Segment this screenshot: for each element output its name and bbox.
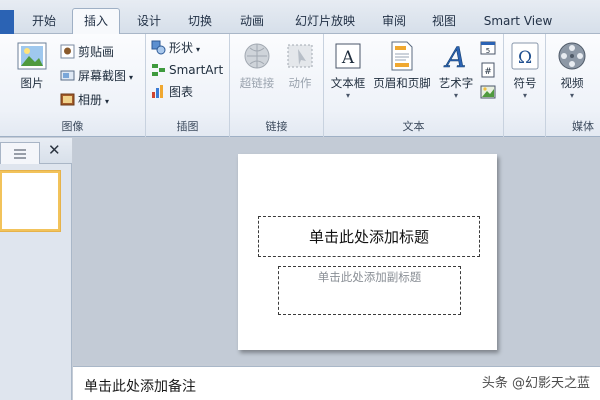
tab-view[interactable]: 视图 <box>422 10 466 34</box>
header-footer-label: 页眉和页脚 <box>373 76 431 90</box>
symbol-label: 符号 <box>513 76 537 90</box>
group-text: A 文本框 ▾ 页眉和页脚 A 艺术字 ▾ 5 # 文本 <box>324 34 504 137</box>
textbox-button[interactable]: A 文本框 ▾ <box>326 40 370 100</box>
group-text-label: 文本 <box>402 120 425 133</box>
tab-transitions[interactable]: 切换 <box>178 10 222 34</box>
picture-icon <box>16 40 48 72</box>
tab-insert[interactable]: 插入 <box>72 8 120 35</box>
album-button[interactable]: 相册 ▾ <box>60 90 109 110</box>
hyperlink-label: 超链接 <box>239 76 275 90</box>
tab-home[interactable]: 开始 <box>22 10 66 34</box>
clipart-label: 剪贴画 <box>78 45 115 59</box>
slide-number-button[interactable]: # <box>480 62 496 78</box>
ribbon-tab-bar: 开始 插入 设计 切换 动画 幻灯片放映 审阅 视图 Smart View <box>0 0 600 35</box>
chart-icon <box>151 84 166 99</box>
clipart-icon <box>60 44 75 59</box>
screenshot-button[interactable]: 屏幕截图 ▾ <box>60 66 133 86</box>
group-links-label: 链接 <box>265 120 288 133</box>
tab-design[interactable]: 设计 <box>127 10 171 34</box>
picture-label: 图片 <box>20 76 44 90</box>
group-links: 超链接 动作 链接 <box>230 34 324 137</box>
group-illustrations-label: 插图 <box>176 120 199 133</box>
slide-thumbnail[interactable] <box>0 171 60 231</box>
close-icon[interactable]: ✕ <box>48 141 61 159</box>
header-footer-button[interactable]: 页眉和页脚 <box>370 40 434 91</box>
subtitle-placeholder[interactable]: 单击此处添加副标题 <box>278 266 461 315</box>
outline-tab[interactable] <box>0 142 40 164</box>
object-icon <box>480 85 496 99</box>
shapes-button[interactable]: 形状 ▾ <box>151 38 200 58</box>
title-placeholder[interactable]: 单击此处添加标题 <box>258 216 480 257</box>
shapes-dropdown-icon: ▾ <box>196 45 201 54</box>
date-time-button[interactable]: 5 <box>480 40 496 56</box>
group-images: 图片 剪贴画 屏幕截图 ▾ 相册 ▾ 图像 <box>0 34 146 137</box>
date-time-icon: 5 <box>480 41 496 55</box>
group-media-label: 媒体 <box>572 120 594 133</box>
clipart-button[interactable]: 剪贴画 <box>60 42 114 62</box>
hyperlink-button[interactable]: 超链接 <box>234 40 280 91</box>
wordart-button[interactable]: A 艺术字 ▾ <box>434 40 478 100</box>
shapes-label: 形状 <box>169 41 194 55</box>
smartart-icon <box>151 62 166 77</box>
action-label: 动作 <box>288 76 312 90</box>
group-images-label: 图像 <box>61 120 84 133</box>
tab-review[interactable]: 审阅 <box>372 10 416 34</box>
outline-icon <box>14 149 26 159</box>
tab-animations[interactable]: 动画 <box>230 10 274 34</box>
svg-text:5: 5 <box>486 47 490 55</box>
screenshot-icon <box>60 68 75 83</box>
watermark: 头条 @幻影天之蓝 <box>481 376 590 391</box>
symbol-button[interactable]: Ω 符号 ▾ <box>506 40 544 100</box>
symbol-dropdown-icon: ▾ <box>522 91 527 100</box>
header-footer-icon <box>386 40 418 72</box>
film-reel-icon <box>556 40 588 72</box>
action-button[interactable]: 动作 <box>280 40 320 91</box>
slides-panel: ✕ <box>0 138 72 400</box>
video-label: 视频 <box>560 76 584 90</box>
chart-label: 图表 <box>169 85 194 99</box>
wordart-dropdown-icon: ▾ <box>453 91 458 100</box>
svg-text:A: A <box>341 48 355 68</box>
wordart-icon: A <box>440 40 472 75</box>
textbox-label: 文本框 <box>330 76 366 90</box>
group-symbols: Ω 符号 ▾ <box>504 34 546 137</box>
object-button[interactable] <box>480 84 496 100</box>
wordart-label: 艺术字 <box>438 76 474 90</box>
svg-text:Ω: Ω <box>518 48 532 68</box>
smartart-button[interactable]: SmartArt <box>151 60 223 80</box>
omega-icon: Ω <box>509 40 541 72</box>
notes-pane[interactable]: 单击此处添加备注 头条 @幻影天之蓝 <box>73 366 600 400</box>
ribbon: 图片 剪贴画 屏幕截图 ▾ 相册 ▾ 图像 形状 ▾ SmartArt 图表 插… <box>0 34 600 137</box>
video-dropdown-icon: ▾ <box>569 91 574 100</box>
group-media: 视频 ▾ 媒体 <box>546 34 600 137</box>
screenshot-label: 屏幕截图 <box>78 69 127 83</box>
album-icon <box>60 92 75 107</box>
group-illustrations: 形状 ▾ SmartArt 图表 插图 <box>146 34 230 137</box>
album-dropdown-icon: ▾ <box>105 97 110 106</box>
picture-button[interactable]: 图片 <box>10 40 54 91</box>
hyperlink-icon <box>241 40 273 72</box>
screenshot-dropdown-icon: ▾ <box>129 73 134 82</box>
slide-number-icon: # <box>481 62 495 78</box>
tab-slideshow[interactable]: 幻灯片放映 <box>284 10 366 34</box>
textbox-icon: A <box>332 40 364 72</box>
chart-button[interactable]: 图表 <box>151 82 193 102</box>
file-tab[interactable] <box>0 10 14 34</box>
slides-panel-header: ✕ <box>0 138 72 164</box>
video-button[interactable]: 视频 ▾ <box>550 40 594 100</box>
action-icon <box>284 40 316 72</box>
tab-smart-view[interactable]: Smart View <box>478 10 558 34</box>
notes-placeholder[interactable]: 单击此处添加备注 <box>84 376 196 396</box>
shapes-icon <box>151 40 166 55</box>
slide[interactable]: 单击此处添加标题 单击此处添加副标题 <box>238 154 497 350</box>
svg-text:A: A <box>443 41 466 72</box>
textbox-dropdown-icon: ▾ <box>345 91 350 100</box>
album-label: 相册 <box>78 93 103 107</box>
slide-editing-area: 单击此处添加标题 单击此处添加副标题 <box>73 138 600 364</box>
smartart-label: SmartArt <box>169 63 224 77</box>
svg-text:#: # <box>484 67 492 77</box>
